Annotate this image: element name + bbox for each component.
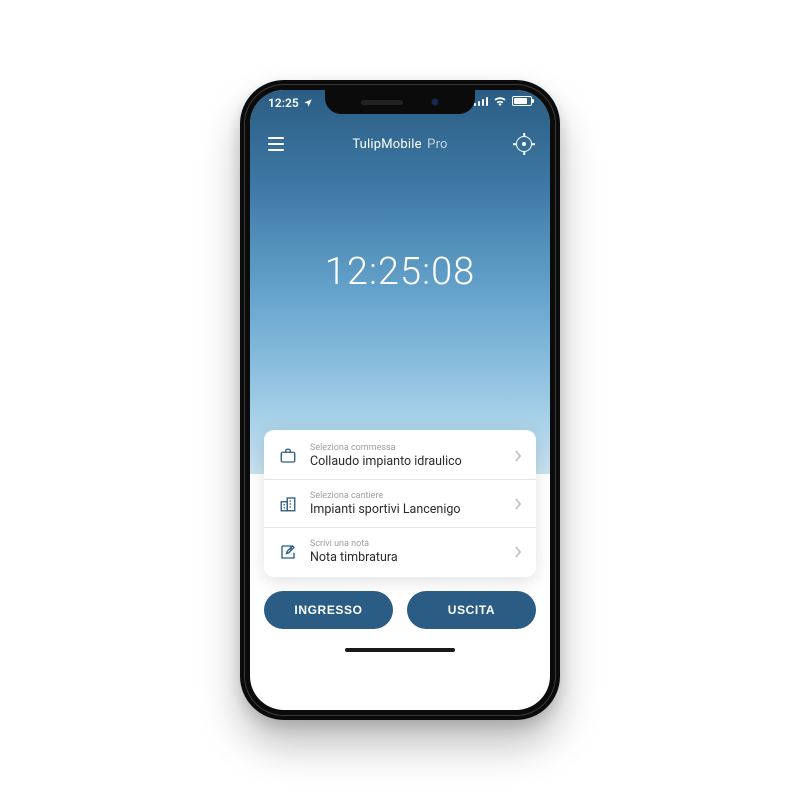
- edit-note-icon: [278, 542, 298, 562]
- battery-icon: [512, 96, 532, 106]
- locate-button[interactable]: [514, 134, 534, 154]
- hamburger-icon: [268, 137, 284, 150]
- status-time: 12:25: [268, 96, 299, 110]
- action-buttons: INGRESSO USCITA: [250, 577, 550, 639]
- ingresso-button[interactable]: INGRESSO: [264, 591, 393, 629]
- chevron-right-icon: [514, 498, 522, 510]
- row-cantiere[interactable]: Seleziona cantiere Impianti sportivi Lan…: [264, 480, 536, 528]
- row-nota[interactable]: Scrivi una nota Nota timbratura: [264, 528, 536, 575]
- front-camera: [431, 98, 439, 106]
- clock-hours: 12: [325, 250, 369, 294]
- current-time-display: 12:25:08: [250, 250, 550, 294]
- commessa-label: Seleziona commessa: [310, 443, 502, 453]
- clock-seconds: 08: [431, 250, 475, 294]
- cantiere-label: Seleziona cantiere: [310, 491, 502, 501]
- chevron-right-icon: [514, 546, 522, 558]
- app-header: TulipMobile Pro: [250, 124, 550, 164]
- status-right: [474, 96, 533, 106]
- app-title: TulipMobile Pro: [352, 137, 447, 152]
- phone-frame: 12:25 TulipMobile Pro: [240, 80, 560, 720]
- nota-value: Nota timbratura: [310, 550, 502, 565]
- speaker-grille: [361, 100, 403, 105]
- wifi-icon: [493, 96, 507, 106]
- location-arrow-icon: [303, 98, 313, 108]
- cantiere-value: Impianti sportivi Lancenigo: [310, 502, 502, 517]
- selection-card: Seleziona commessa Collaudo impianto idr…: [264, 430, 536, 577]
- row-commessa[interactable]: Seleziona commessa Collaudo impianto idr…: [264, 432, 536, 480]
- app-title-main: TulipMobile: [352, 137, 421, 152]
- commessa-value: Collaudo impianto idraulico: [310, 454, 502, 469]
- home-indicator[interactable]: [250, 639, 550, 661]
- phone-screen: 12:25 TulipMobile Pro: [250, 90, 550, 710]
- nota-label: Scrivi una nota: [310, 539, 502, 549]
- menu-button[interactable]: [266, 134, 286, 154]
- briefcase-icon: [278, 446, 298, 466]
- phone-notch: [325, 90, 475, 114]
- app-title-suffix: Pro: [427, 137, 448, 152]
- chevron-right-icon: [514, 450, 522, 462]
- signal-icon: [474, 96, 489, 106]
- uscita-button[interactable]: USCITA: [407, 591, 536, 629]
- building-icon: [278, 494, 298, 514]
- clock-minutes: 25: [378, 250, 422, 294]
- status-left: 12:25: [268, 96, 313, 110]
- crosshair-icon: [516, 136, 532, 152]
